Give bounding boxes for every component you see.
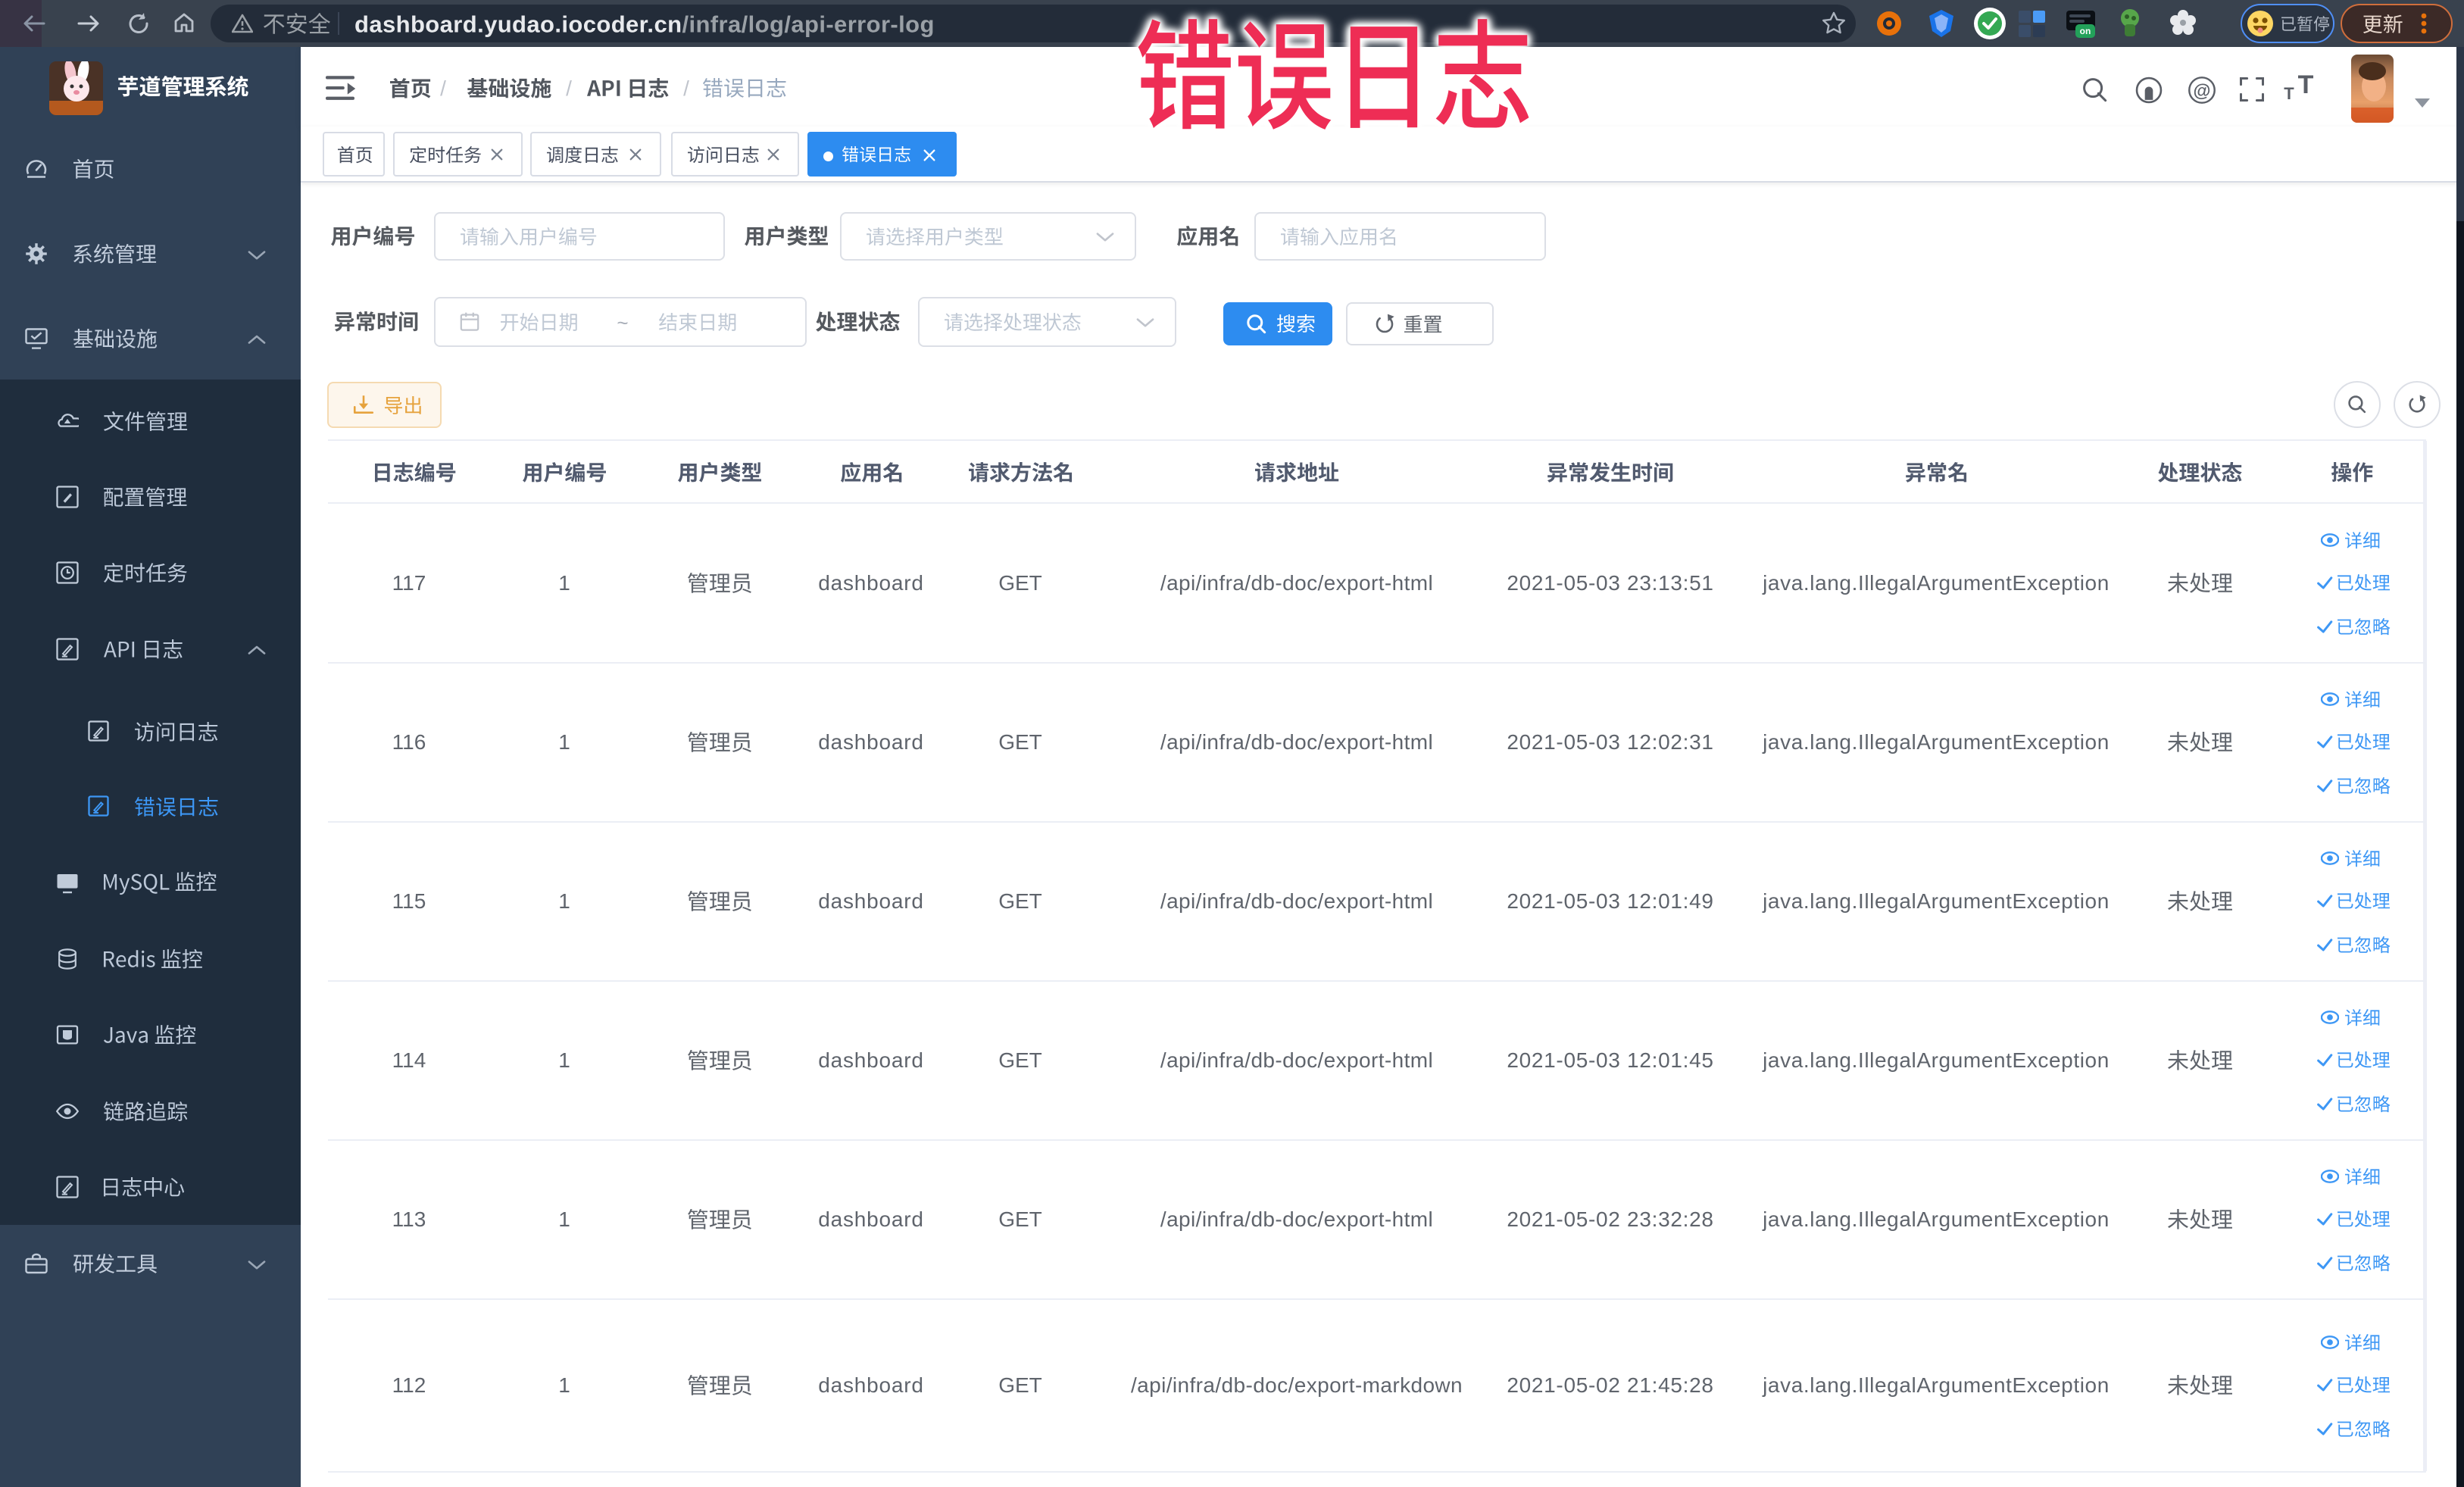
svg-text:@: @: [2194, 80, 2211, 100]
svg-text:on: on: [2080, 26, 2091, 36]
